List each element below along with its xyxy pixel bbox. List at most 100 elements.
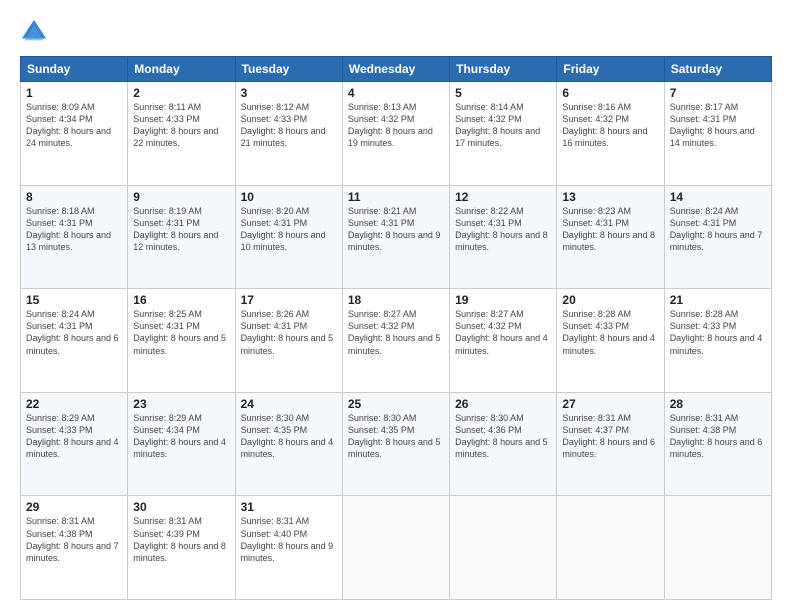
day-number: 26 <box>455 397 551 411</box>
day-number: 23 <box>133 397 229 411</box>
calendar-cell: 1 Sunrise: 8:09 AMSunset: 4:34 PMDaylight… <box>21 82 128 186</box>
day-number: 25 <box>348 397 444 411</box>
day-number: 17 <box>241 293 337 307</box>
calendar-week-4: 22 Sunrise: 8:29 AMSunset: 4:33 PMDayligh… <box>21 392 772 496</box>
calendar-cell: 23 Sunrise: 8:29 AMSunset: 4:34 PMDayligh… <box>128 392 235 496</box>
day-number: 7 <box>670 86 766 100</box>
calendar-cell: 14Sunrise: 8:24 AMSunset: 4:31 PMDayligh… <box>664 185 771 289</box>
calendar-header-wednesday: Wednesday <box>342 57 449 82</box>
calendar-cell: 8 Sunrise: 8:18 AMSunset: 4:31 PMDaylight… <box>21 185 128 289</box>
day-info: Sunrise: 8:31 AMSunset: 4:38 PMDaylight:… <box>670 413 763 459</box>
day-info: Sunrise: 8:25 AMSunset: 4:31 PMDaylight:… <box>133 309 226 355</box>
calendar-cell: 30Sunrise: 8:31 AMSunset: 4:39 PMDayligh… <box>128 496 235 600</box>
calendar-week-1: 1 Sunrise: 8:09 AMSunset: 4:34 PMDaylight… <box>21 82 772 186</box>
calendar-cell: 27Sunrise: 8:31 AMSunset: 4:37 PMDayligh… <box>557 392 664 496</box>
calendar-cell <box>450 496 557 600</box>
calendar-cell: 6 Sunrise: 8:16 AMSunset: 4:32 PMDaylight… <box>557 82 664 186</box>
day-info: Sunrise: 8:31 AMSunset: 4:38 PMDaylight:… <box>26 516 119 562</box>
calendar-cell: 17 Sunrise: 8:26 AMSunset: 4:31 PMDayligh… <box>235 289 342 393</box>
calendar-header-tuesday: Tuesday <box>235 57 342 82</box>
logo-icon <box>20 18 48 46</box>
day-number: 5 <box>455 86 551 100</box>
calendar-week-3: 15 Sunrise: 8:24 AMSunset: 4:31 PMDayligh… <box>21 289 772 393</box>
day-number: 4 <box>348 86 444 100</box>
day-number: 9 <box>133 190 229 204</box>
day-info: Sunrise: 8:22 AMSunset: 4:31 PMDaylight:… <box>455 206 548 252</box>
day-info: Sunrise: 8:23 AMSunset: 4:31 PMDaylight:… <box>562 206 655 252</box>
day-info: Sunrise: 8:21 AMSunset: 4:31 PMDaylight:… <box>348 206 441 252</box>
day-number: 22 <box>26 397 122 411</box>
calendar-cell: 26 Sunrise: 8:30 AMSunset: 4:36 PMDayligh… <box>450 392 557 496</box>
calendar-cell <box>664 496 771 600</box>
calendar-cell <box>557 496 664 600</box>
day-number: 13 <box>562 190 658 204</box>
day-number: 30 <box>133 500 229 514</box>
day-number: 28 <box>670 397 766 411</box>
calendar-cell: 29 Sunrise: 8:31 AMSunset: 4:38 PMDayligh… <box>21 496 128 600</box>
day-info: Sunrise: 8:16 AMSunset: 4:32 PMDaylight:… <box>562 102 647 148</box>
day-info: Sunrise: 8:27 AMSunset: 4:32 PMDaylight:… <box>348 309 441 355</box>
calendar-cell: 4 Sunrise: 8:13 AMSunset: 4:32 PMDaylight… <box>342 82 449 186</box>
day-number: 2 <box>133 86 229 100</box>
calendar-cell: 13 Sunrise: 8:23 AMSunset: 4:31 PMDayligh… <box>557 185 664 289</box>
calendar-table: SundayMondayTuesdayWednesdayThursdayFrid… <box>20 56 772 600</box>
day-number: 31 <box>241 500 337 514</box>
header <box>20 18 772 46</box>
calendar-cell: 16Sunrise: 8:25 AMSunset: 4:31 PMDayligh… <box>128 289 235 393</box>
calendar-cell: 2 Sunrise: 8:11 AMSunset: 4:33 PMDaylight… <box>128 82 235 186</box>
day-number: 21 <box>670 293 766 307</box>
calendar-cell: 18 Sunrise: 8:27 AMSunset: 4:32 PMDayligh… <box>342 289 449 393</box>
calendar-cell: 12 Sunrise: 8:22 AMSunset: 4:31 PMDayligh… <box>450 185 557 289</box>
day-number: 24 <box>241 397 337 411</box>
calendar-cell <box>342 496 449 600</box>
day-number: 15 <box>26 293 122 307</box>
day-info: Sunrise: 8:27 AMSunset: 4:32 PMDaylight:… <box>455 309 548 355</box>
day-number: 6 <box>562 86 658 100</box>
calendar-cell: 21 Sunrise: 8:28 AMSunset: 4:33 PMDayligh… <box>664 289 771 393</box>
day-info: Sunrise: 8:28 AMSunset: 4:33 PMDaylight:… <box>562 309 655 355</box>
day-info: Sunrise: 8:20 AMSunset: 4:31 PMDaylight:… <box>241 206 326 252</box>
day-info: Sunrise: 8:12 AMSunset: 4:33 PMDaylight:… <box>241 102 326 148</box>
calendar-cell: 7 Sunrise: 8:17 AMSunset: 4:31 PMDaylight… <box>664 82 771 186</box>
day-info: Sunrise: 8:29 AMSunset: 4:33 PMDaylight:… <box>26 413 119 459</box>
day-number: 1 <box>26 86 122 100</box>
calendar-header-saturday: Saturday <box>664 57 771 82</box>
day-info: Sunrise: 8:30 AMSunset: 4:36 PMDaylight:… <box>455 413 548 459</box>
day-number: 10 <box>241 190 337 204</box>
day-info: Sunrise: 8:29 AMSunset: 4:34 PMDaylight:… <box>133 413 226 459</box>
day-info: Sunrise: 8:18 AMSunset: 4:31 PMDaylight:… <box>26 206 111 252</box>
calendar-cell: 28 Sunrise: 8:31 AMSunset: 4:38 PMDayligh… <box>664 392 771 496</box>
day-number: 19 <box>455 293 551 307</box>
day-info: Sunrise: 8:11 AMSunset: 4:33 PMDaylight:… <box>133 102 218 148</box>
calendar-cell: 11 Sunrise: 8:21 AMSunset: 4:31 PMDayligh… <box>342 185 449 289</box>
day-info: Sunrise: 8:09 AMSunset: 4:34 PMDaylight:… <box>26 102 111 148</box>
day-info: Sunrise: 8:17 AMSunset: 4:31 PMDaylight:… <box>670 102 755 148</box>
calendar-cell: 15 Sunrise: 8:24 AMSunset: 4:31 PMDayligh… <box>21 289 128 393</box>
day-info: Sunrise: 8:19 AMSunset: 4:31 PMDaylight:… <box>133 206 218 252</box>
calendar-cell: 24Sunrise: 8:30 AMSunset: 4:35 PMDayligh… <box>235 392 342 496</box>
calendar-header-thursday: Thursday <box>450 57 557 82</box>
calendar-week-2: 8 Sunrise: 8:18 AMSunset: 4:31 PMDaylight… <box>21 185 772 289</box>
calendar-cell: 19 Sunrise: 8:27 AMSunset: 4:32 PMDayligh… <box>450 289 557 393</box>
day-info: Sunrise: 8:24 AMSunset: 4:31 PMDaylight:… <box>26 309 119 355</box>
day-number: 12 <box>455 190 551 204</box>
day-info: Sunrise: 8:14 AMSunset: 4:32 PMDaylight:… <box>455 102 540 148</box>
day-info: Sunrise: 8:13 AMSunset: 4:32 PMDaylight:… <box>348 102 433 148</box>
logo <box>20 18 52 46</box>
day-number: 11 <box>348 190 444 204</box>
calendar-cell: 5 Sunrise: 8:14 AMSunset: 4:32 PMDaylight… <box>450 82 557 186</box>
day-number: 29 <box>26 500 122 514</box>
calendar-cell: 10 Sunrise: 8:20 AMSunset: 4:31 PMDayligh… <box>235 185 342 289</box>
day-info: Sunrise: 8:26 AMSunset: 4:31 PMDaylight:… <box>241 309 334 355</box>
day-info: Sunrise: 8:28 AMSunset: 4:33 PMDaylight:… <box>670 309 763 355</box>
calendar-header-friday: Friday <box>557 57 664 82</box>
day-number: 8 <box>26 190 122 204</box>
day-info: Sunrise: 8:24 AMSunset: 4:31 PMDaylight:… <box>670 206 763 252</box>
day-info: Sunrise: 8:30 AMSunset: 4:35 PMDaylight:… <box>348 413 441 459</box>
calendar-header-sunday: Sunday <box>21 57 128 82</box>
day-number: 3 <box>241 86 337 100</box>
day-number: 18 <box>348 293 444 307</box>
calendar-cell: 3 Sunrise: 8:12 AMSunset: 4:33 PMDaylight… <box>235 82 342 186</box>
calendar-header-row: SundayMondayTuesdayWednesdayThursdayFrid… <box>21 57 772 82</box>
calendar-cell: 25 Sunrise: 8:30 AMSunset: 4:35 PMDayligh… <box>342 392 449 496</box>
